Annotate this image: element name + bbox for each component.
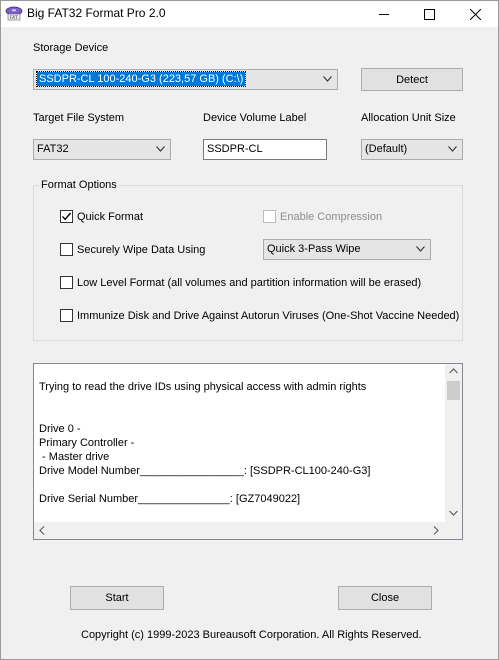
log-output[interactable]: Trying to read the drive IDs using physi…: [33, 363, 463, 540]
app-disk-icon: FAT: [5, 6, 23, 21]
close-window-button[interactable]: [453, 1, 498, 27]
enable-compression-label: Enable Compression: [280, 211, 383, 223]
target-fs-label: Target File System: [33, 112, 125, 124]
file-system-select[interactable]: FAT32: [33, 139, 171, 160]
chevron-down-icon: [448, 146, 457, 152]
scroll-left-icon[interactable]: [39, 526, 45, 535]
title-bar[interactable]: FAT Big FAT32 Format Pro 2.0: [1, 1, 498, 27]
wipe-method-select[interactable]: Quick 3-Pass Wipe: [263, 239, 431, 260]
chevron-down-icon: [156, 146, 165, 152]
close-icon: [470, 8, 481, 20]
format-options-title: Format Options: [39, 179, 119, 191]
quick-format-checkbox[interactable]: [60, 210, 73, 223]
app-window: FAT Big FAT32 Format Pro 2.0 Storage Dev…: [0, 0, 499, 660]
start-button[interactable]: Start: [70, 586, 164, 610]
vertical-scrollbar[interactable]: [445, 364, 462, 522]
detect-button[interactable]: Detect: [361, 68, 463, 91]
minimize-button[interactable]: [361, 1, 406, 27]
horizontal-scrollbar[interactable]: [34, 522, 445, 539]
log-line: Trying to read the drive IDs using physi…: [39, 381, 367, 393]
checkmark-icon: [61, 212, 72, 221]
scroll-up-icon[interactable]: [449, 368, 458, 374]
storage-device-value: SSDPR-CL 100-240-G3 (223,57 GB) (C:\): [35, 71, 247, 87]
allocation-size-label: Allocation Unit Size: [361, 112, 456, 124]
volume-label-label: Device Volume Label: [203, 112, 307, 124]
secure-wipe-checkbox[interactable]: [60, 243, 73, 256]
maximize-icon: [424, 8, 435, 20]
vertical-scroll-thumb[interactable]: [447, 381, 460, 400]
svg-text:FAT: FAT: [10, 15, 18, 21]
file-system-value: FAT32: [37, 143, 69, 155]
enable-compression-checkbox[interactable]: [263, 210, 276, 223]
scrollbar-corner: [445, 522, 462, 539]
immunize-checkbox[interactable]: [60, 309, 73, 322]
volume-label-input[interactable]: SSDPR-CL: [203, 139, 327, 160]
copyright-text: Copyright (c) 1999-2023 Bureausoft Corpo…: [81, 629, 422, 641]
log-line: Primary Controller -: [39, 437, 135, 449]
log-line: Drive Serial Number_______________: [GZ7…: [39, 493, 301, 505]
log-line: - Master drive: [39, 451, 110, 463]
wipe-method-value: Quick 3-Pass Wipe: [267, 243, 361, 255]
quick-format-label: Quick Format: [77, 211, 144, 223]
log-line: Drive 0 -: [39, 423, 81, 435]
scroll-down-icon[interactable]: [449, 510, 458, 516]
storage-device-label: Storage Device: [33, 42, 109, 54]
immunize-label: Immunize Disk and Drive Against Autorun …: [77, 310, 460, 322]
close-button[interactable]: Close: [338, 586, 432, 610]
chevron-down-icon: [323, 76, 332, 82]
log-line: Drive Model Number_________________: [SS…: [39, 465, 371, 477]
secure-wipe-label: Securely Wipe Data Using: [77, 244, 206, 256]
low-level-format-checkbox[interactable]: [60, 276, 73, 289]
window-title: Big FAT32 Format Pro 2.0: [27, 6, 166, 20]
allocation-size-select[interactable]: (Default): [361, 139, 463, 160]
chevron-down-icon: [416, 246, 425, 252]
allocation-size-value: (Default): [365, 143, 408, 155]
scroll-right-icon[interactable]: [433, 526, 439, 535]
storage-device-select[interactable]: SSDPR-CL 100-240-G3 (223,57 GB) (C:\): [33, 69, 338, 90]
minimize-icon: [378, 14, 389, 15]
maximize-button[interactable]: [407, 1, 452, 27]
low-level-format-label: Low Level Format (all volumes and partit…: [77, 277, 422, 289]
